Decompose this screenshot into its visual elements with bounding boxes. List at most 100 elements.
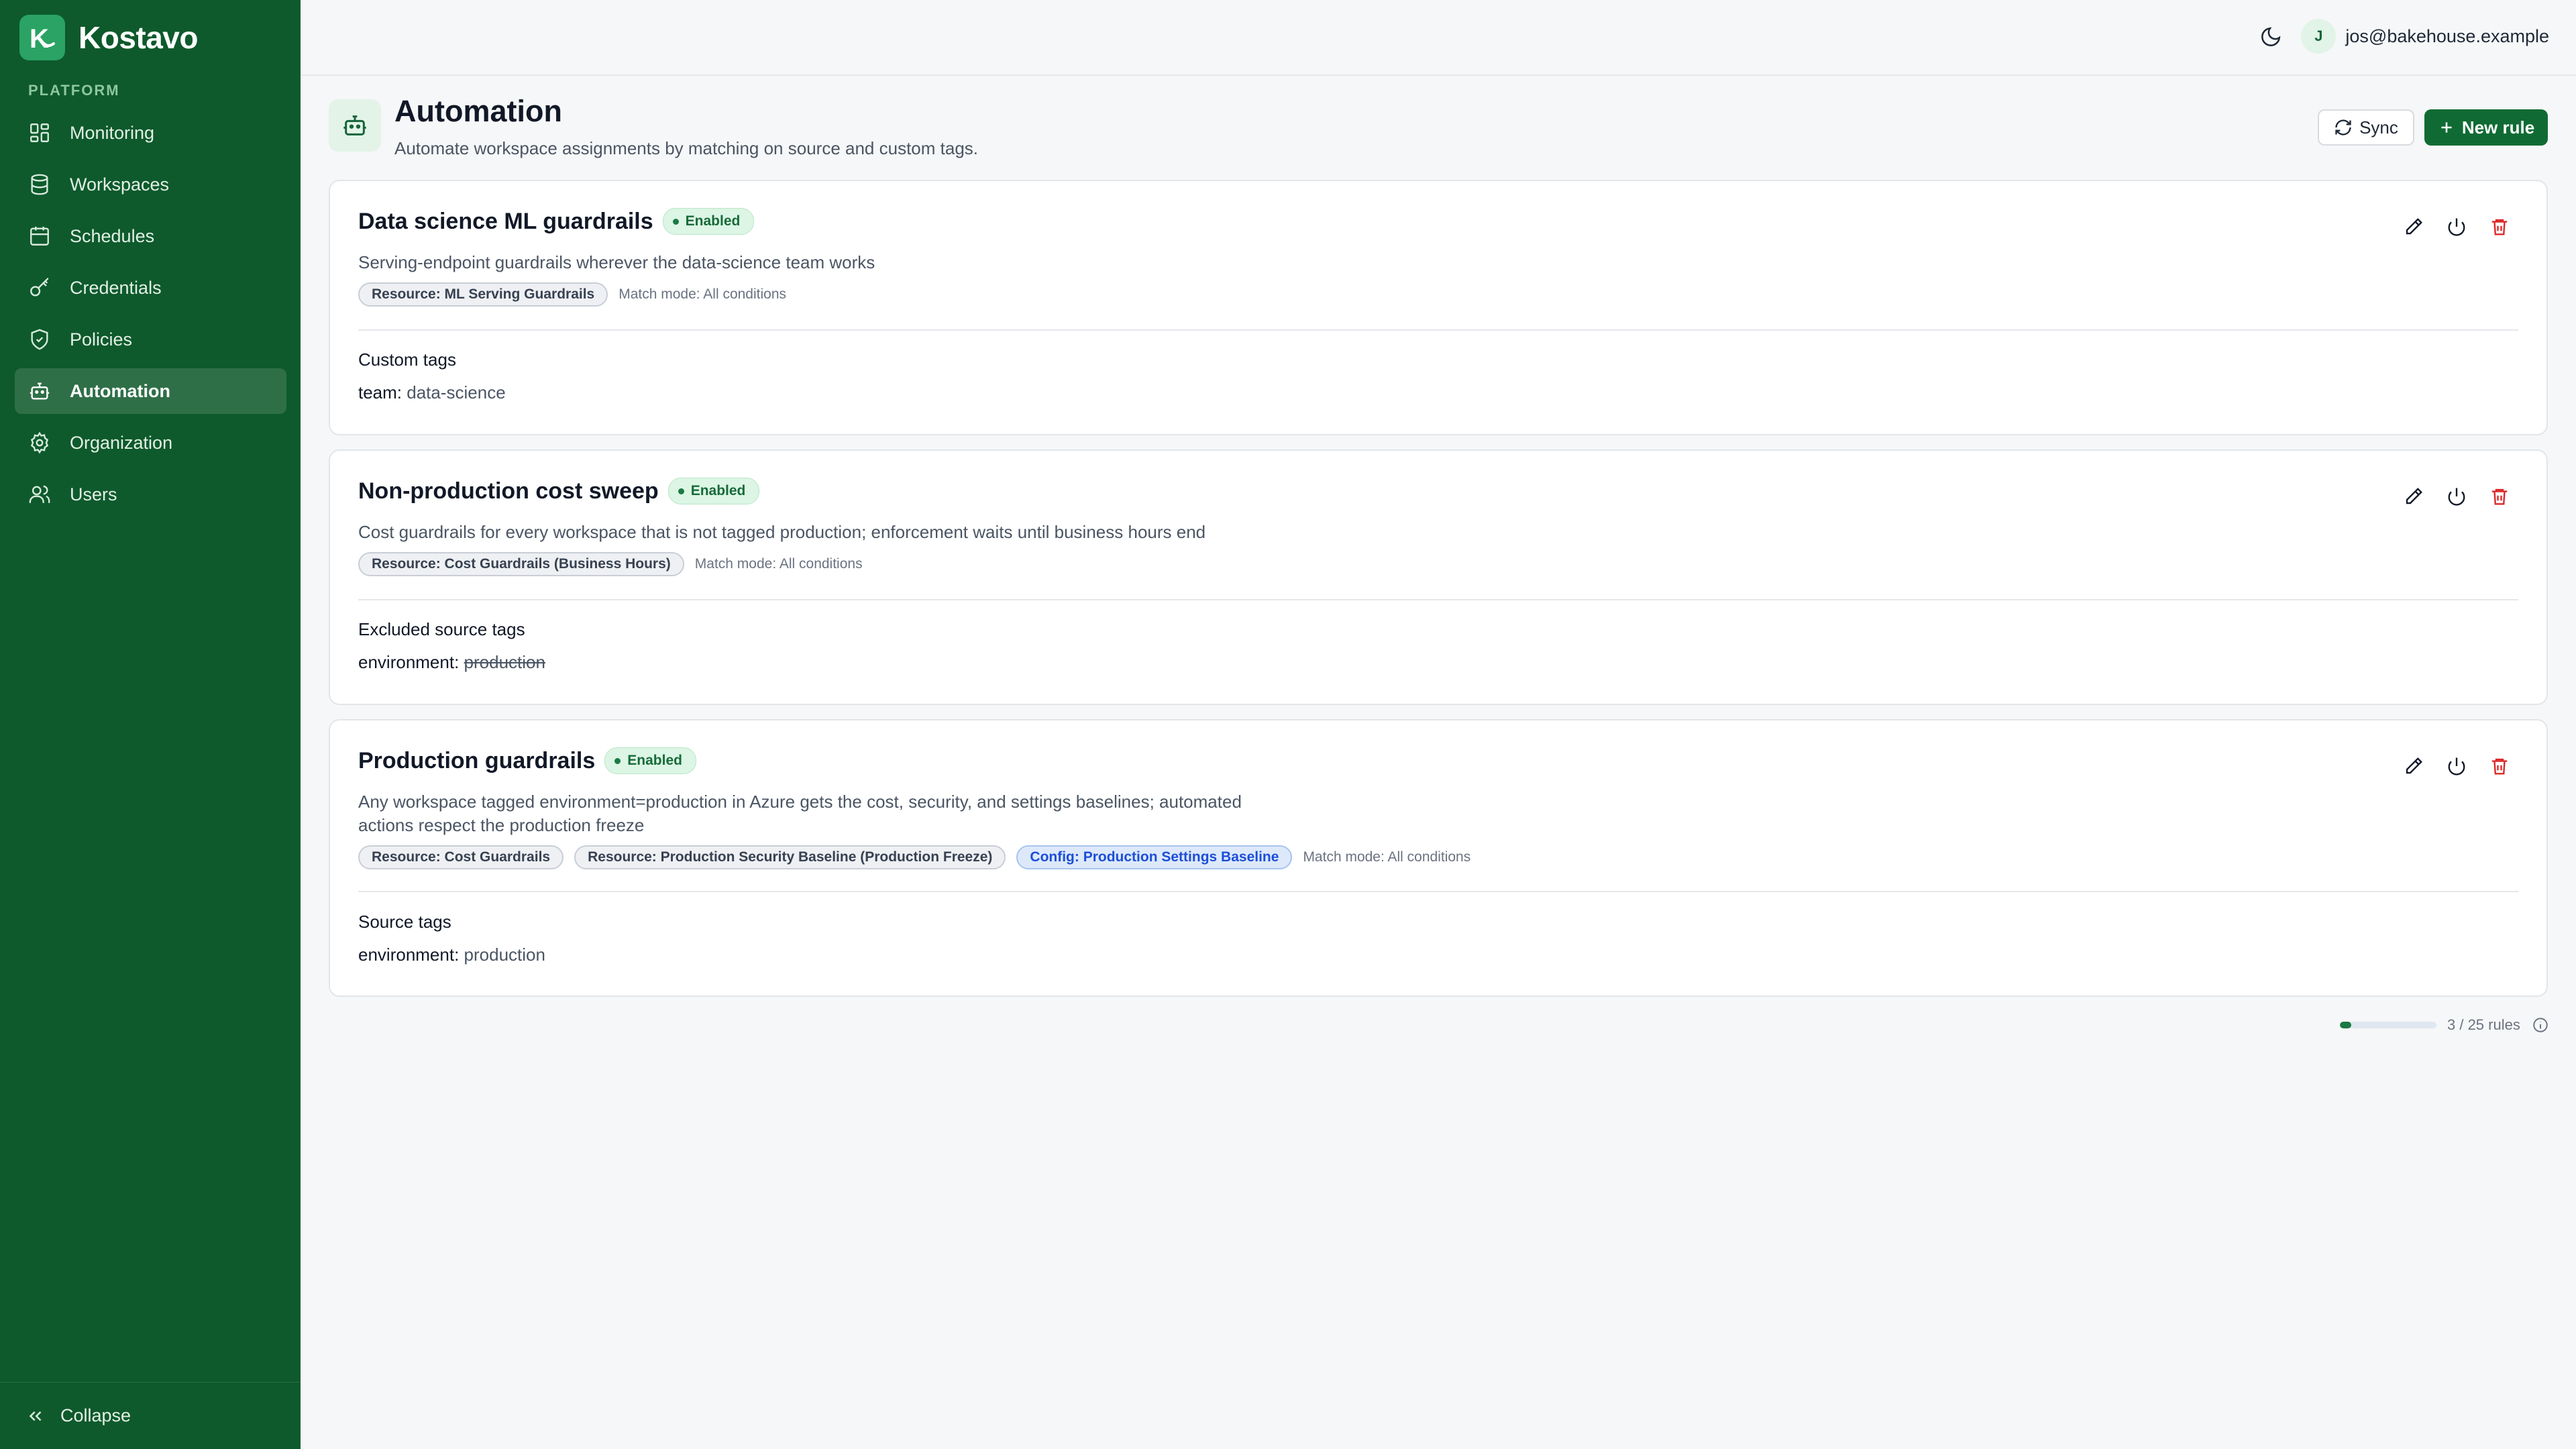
tag-key: team: bbox=[358, 382, 402, 402]
info-icon bbox=[2533, 1018, 2548, 1032]
sync-button[interactable]: Sync bbox=[2318, 109, 2414, 146]
usage-progress-bar bbox=[2340, 1022, 2436, 1028]
pencil-icon bbox=[2406, 757, 2422, 774]
match-mode: Match mode: All conditions bbox=[619, 286, 787, 302]
shield-icon bbox=[31, 329, 48, 350]
rule-chips: Resource: Cost Guardrails Resource: Prod… bbox=[358, 845, 1470, 869]
rule-actions bbox=[2384, 753, 2513, 780]
sidebar-item-label: Automation bbox=[70, 380, 170, 401]
sidebar-item-schedules[interactable]: Schedules bbox=[15, 213, 286, 259]
sidebar-item-label: Policies bbox=[70, 329, 133, 350]
delete-rule-button[interactable] bbox=[2486, 483, 2513, 510]
match-mode: Match mode: All conditions bbox=[694, 556, 863, 572]
sidebar-item-label: Monitoring bbox=[70, 122, 155, 143]
sidebar-item-workspaces[interactable]: Workspaces bbox=[15, 162, 286, 207]
tag-key: environment: bbox=[358, 652, 460, 672]
tag-value: production bbox=[464, 945, 545, 965]
dashboard-icon bbox=[30, 123, 49, 142]
tag-row: environment: production bbox=[358, 652, 545, 673]
config-chip[interactable]: Config: Production Settings Baseline bbox=[1016, 845, 1293, 869]
resource-chip[interactable]: Resource: Cost Guardrails bbox=[358, 845, 564, 869]
usage-info-button[interactable] bbox=[2531, 1016, 2550, 1034]
gear-icon bbox=[30, 431, 49, 454]
calendar-icon bbox=[30, 226, 49, 246]
rule-actions bbox=[2384, 483, 2513, 510]
tag-section-title: Source tags bbox=[358, 912, 451, 932]
resource-chip[interactable]: Resource: ML Serving Guardrails bbox=[358, 282, 608, 307]
usage-progress-fill bbox=[2340, 1022, 2352, 1028]
top-bar: J jos@bakehouse.example bbox=[301, 0, 2576, 76]
trash-icon bbox=[2491, 219, 2508, 235]
logo-mark-icon: K bbox=[30, 24, 55, 54]
toggle-rule-button[interactable] bbox=[2443, 753, 2470, 780]
status-badge: Enabled bbox=[604, 747, 696, 774]
rule-description-line: Any workspace tagged environment=product… bbox=[358, 792, 1242, 812]
sidebar-item-automation[interactable]: Automation bbox=[15, 368, 286, 414]
edit-rule-button[interactable] bbox=[2400, 213, 2427, 240]
rule-actions bbox=[2384, 213, 2513, 240]
collapse-label: Collapse bbox=[60, 1405, 131, 1426]
toggle-rule-button[interactable] bbox=[2443, 213, 2470, 240]
new-rule-label: New rule bbox=[2461, 117, 2535, 138]
sidebar-item-label: Credentials bbox=[70, 277, 162, 298]
rule-name: Production guardrails bbox=[358, 747, 596, 773]
avatar: J bbox=[2301, 19, 2337, 54]
edit-rule-button[interactable] bbox=[2400, 483, 2427, 510]
excluded-tag-value: production bbox=[464, 652, 545, 672]
tag-key: environment: bbox=[358, 945, 460, 965]
delete-rule-button[interactable] bbox=[2486, 213, 2513, 240]
rule-card: Data science ML guardrails Enabled Servi… bbox=[329, 180, 2548, 435]
divider bbox=[358, 599, 2518, 600]
rule-usage: 3 / 25 rules bbox=[2340, 1016, 2550, 1034]
page-title: Automation bbox=[394, 94, 562, 128]
tag-row: environment: production bbox=[358, 945, 545, 965]
sidebar-nav: Monitoring Workspaces Schedules Credenti… bbox=[15, 110, 286, 523]
resource-chip[interactable]: Resource: Cost Guardrails (Business Hour… bbox=[358, 552, 684, 576]
sidebar: K Kostavo PLATFORM Monitoring Workspaces… bbox=[0, 0, 301, 1449]
delete-rule-button[interactable] bbox=[2486, 753, 2513, 780]
sidebar-item-monitoring[interactable]: Monitoring bbox=[15, 110, 286, 156]
usage-count: 3 / 25 rules bbox=[2447, 1016, 2520, 1033]
bot-icon bbox=[30, 382, 50, 400]
status-badge: Enabled bbox=[667, 478, 760, 504]
sidebar-item-label: Workspaces bbox=[70, 174, 170, 195]
tag-row: team: data-science bbox=[358, 382, 506, 403]
power-icon bbox=[2448, 218, 2465, 236]
user-menu[interactable]: J jos@bakehouse.example bbox=[2301, 19, 2549, 54]
kostavo-logo: K bbox=[19, 15, 65, 60]
sidebar-item-credentials[interactable]: Credentials bbox=[15, 265, 286, 311]
edit-rule-button[interactable] bbox=[2400, 753, 2427, 780]
power-icon bbox=[2448, 488, 2465, 506]
toggle-rule-button[interactable] bbox=[2443, 483, 2470, 510]
tag-section-title: Custom tags bbox=[358, 350, 456, 370]
new-rule-button[interactable]: New rule bbox=[2424, 109, 2548, 146]
rule-card: Production guardrails Enabled Any worksp… bbox=[329, 719, 2548, 997]
match-mode: Match mode: All conditions bbox=[1303, 849, 1471, 865]
rule-chips: Resource: Cost Guardrails (Business Hour… bbox=[358, 552, 863, 576]
bot-icon bbox=[343, 115, 366, 136]
sidebar-item-organization[interactable]: Organization bbox=[15, 420, 286, 466]
app-name: Kostavo bbox=[78, 20, 198, 55]
moon-icon bbox=[2261, 27, 2281, 46]
rule-name: Data science ML guardrails bbox=[358, 208, 653, 234]
tag-section-title: Excluded source tags bbox=[358, 619, 525, 639]
brand[interactable]: K Kostavo bbox=[19, 15, 198, 60]
resource-chip[interactable]: Resource: Production Security Baseline (… bbox=[574, 845, 1006, 869]
pencil-icon bbox=[2406, 488, 2422, 504]
key-icon bbox=[30, 277, 49, 297]
theme-toggle-button[interactable] bbox=[2254, 20, 2288, 54]
rule-description: Any workspace tagged environment=product… bbox=[358, 790, 1242, 837]
users-icon bbox=[29, 485, 50, 503]
svg-text:K: K bbox=[30, 24, 49, 54]
collapse-sidebar-button[interactable]: Collapse bbox=[0, 1382, 301, 1449]
plus-icon bbox=[2441, 122, 2452, 133]
sidebar-item-label: Users bbox=[70, 484, 117, 504]
divider bbox=[358, 891, 2518, 892]
sync-label: Sync bbox=[2359, 117, 2398, 138]
page-icon bbox=[329, 99, 381, 152]
sidebar-item-users[interactable]: Users bbox=[15, 472, 286, 517]
refresh-icon bbox=[2335, 119, 2351, 136]
rule-name: Non-production cost sweep bbox=[358, 478, 659, 504]
chevrons-left-icon bbox=[29, 1411, 42, 1421]
sidebar-item-policies[interactable]: Policies bbox=[15, 317, 286, 362]
